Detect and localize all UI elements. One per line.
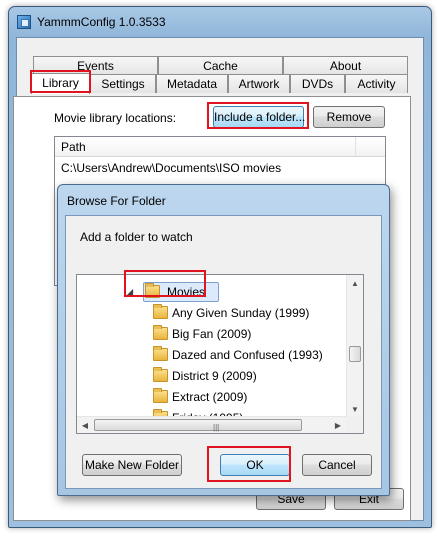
tree-item-label: Any Given Sunday (1999) [172,306,310,320]
folder-icon [153,388,168,403]
tab-label: Activity [357,77,396,91]
tab-label: Artwork [238,77,280,91]
tab-label: Metadata [166,77,218,91]
tab-label: Library [42,76,79,90]
window-title: YammmConfig 1.0.3533 [37,15,166,29]
cancel-button[interactable]: Cancel [302,454,372,476]
folder-tree[interactable]: ◢ Movies Any Given Sunday (1999) Big Fan… [76,274,364,434]
ok-button[interactable]: OK [220,454,290,476]
horizontal-scroll-thumb[interactable]: ||| [94,419,302,432]
scroll-left-icon[interactable]: ◀ [77,417,93,433]
tab-label: Events [77,59,114,73]
tree-item-label: Extract (2009) [172,390,248,404]
folder-icon [153,346,168,361]
column-path[interactable]: Path [61,140,86,154]
dialog-client: Add a folder to watch ◢ Movies Any Given… [65,215,382,489]
scroll-up-icon[interactable]: ▲ [347,275,363,292]
tab-settings[interactable]: Settings [90,74,156,93]
make-new-folder-button[interactable]: Make New Folder [82,454,182,476]
tree-item-label: Big Fan (2009) [172,327,252,341]
tree-item-label: Dazed and Confused (1993) [172,348,323,362]
grip-icon: ||| [213,423,220,432]
vertical-scrollbar[interactable]: ▲ ▼ [346,275,363,418]
folder-icon [145,283,160,298]
include-folder-button[interactable]: Include a folder... [213,106,305,128]
tab-dvds[interactable]: DVDs [290,74,345,93]
folder-icon [153,325,168,340]
title-bar[interactable]: YammmConfig 1.0.3533 [9,7,431,35]
browse-folder-dialog: Browse For Folder Add a folder to watch … [57,184,390,496]
tree-item-movies[interactable]: Movies [139,282,219,302]
tab-label: Settings [101,77,145,91]
tab-about[interactable]: About [283,56,408,75]
list-item[interactable]: C:\Users\Andrew\Documents\ISO movies [61,161,281,175]
tab-label: Cache [203,59,238,73]
horizontal-scrollbar[interactable]: ◀ ||| ▶ [77,416,347,433]
scrollbar-corner [346,416,363,433]
tree-item-label: District 9 (2009) [172,369,257,383]
tab-activity[interactable]: Activity [345,74,408,93]
tab-metadata[interactable]: Metadata [156,74,228,93]
column-separator [355,137,356,157]
dialog-instruction: Add a folder to watch [80,230,193,244]
folder-icon [153,367,168,382]
list-header: Path [55,137,385,157]
dialog-title: Browse For Folder [67,194,166,208]
tab-artwork[interactable]: Artwork [228,74,290,93]
folder-icon [153,304,168,319]
tree-item-label: Movies [167,285,206,299]
tab-cache[interactable]: Cache [158,56,283,75]
app-icon [17,15,31,29]
remove-button[interactable]: Remove [313,106,385,128]
tab-label: DVDs [301,77,334,91]
tab-library[interactable]: Library [31,73,90,94]
locations-label: Movie library locations: [54,111,177,125]
vertical-scroll-thumb[interactable] [349,346,361,362]
scroll-right-icon[interactable]: ▶ [330,417,346,433]
collapse-icon[interactable]: ◢ [127,282,133,302]
tab-label: About [329,59,362,73]
